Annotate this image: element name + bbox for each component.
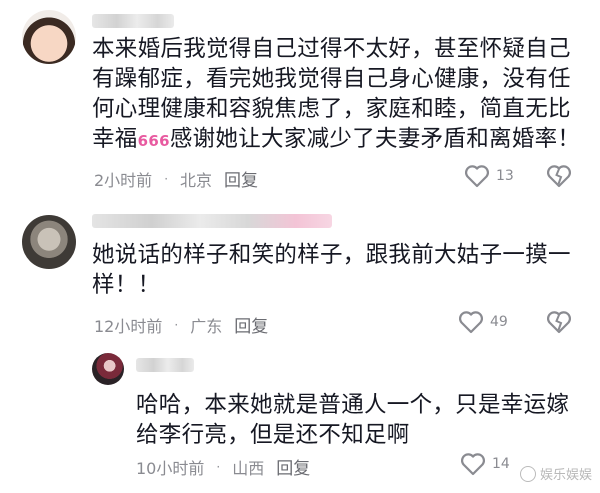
comment-meta: 12小时前 · 广东 回复 [94, 312, 268, 338]
comment-text: 哈哈，本来她就是普通人一个，只是幸运嫁 给李行亮，但是还不知足啊 [136, 390, 586, 450]
avatar[interactable] [22, 10, 76, 64]
dislike-button[interactable] [546, 164, 572, 188]
comment-line: 有躁郁症，看完她我觉得自己身心健康，没有任 [92, 66, 571, 92]
username-blurred[interactable] [136, 358, 194, 372]
comment-meta: 2小时前 · 北京 回复 [94, 166, 258, 192]
comment-line: 样！！ [92, 272, 161, 298]
reply-button[interactable]: 回复 [224, 166, 258, 191]
separator: · [164, 171, 169, 186]
emoji-666: 666 [137, 132, 170, 150]
like-button[interactable]: 49 [458, 310, 508, 334]
location: 山西 [232, 458, 265, 478]
dislike-button[interactable] [546, 310, 572, 334]
comment-text: 本来婚后我觉得自己过得不太好，甚至怀疑自己 有躁郁症，看完她我觉得自己身心健康，… [92, 34, 582, 156]
comment-line: 给李行亮，但是还不知足啊 [136, 422, 410, 448]
location: 北京 [180, 170, 213, 190]
comment-text: 她说话的样子和笑的样子，跟我前大姑子一摸一 样！！ [92, 240, 582, 300]
like-count: 13 [496, 168, 514, 184]
timestamp: 12小时前 [94, 316, 163, 336]
comment-line: 何心理健康和容貌焦虑了，家庭和睦，简直无比 [92, 96, 571, 122]
like-button[interactable]: 14 [460, 452, 510, 476]
like-count: 14 [492, 456, 510, 472]
username-blurred[interactable] [92, 214, 332, 228]
separator: · [216, 459, 221, 474]
timestamp: 2小时前 [94, 170, 153, 190]
timestamp: 10小时前 [136, 458, 205, 478]
avatar[interactable] [92, 353, 124, 385]
location: 广东 [190, 316, 223, 336]
avatar[interactable] [22, 215, 76, 269]
reply-button[interactable]: 回复 [234, 312, 268, 337]
watermark-text: 娱乐娱娱 [539, 468, 592, 483]
comment-line: 她说话的样子和笑的样子，跟我前大姑子一摸一 [92, 242, 571, 268]
comment-line: 哈哈，本来她就是普通人一个，只是幸运嫁 [136, 392, 570, 418]
heart-outline-icon [458, 310, 484, 334]
heart-outline-icon [460, 452, 486, 476]
comment-line: 本来婚后我觉得自己过得不太好，甚至怀疑自己 [92, 36, 571, 62]
comment-line: 幸福666感谢她让大家减少了夫妻矛盾和离婚率！ [92, 126, 581, 152]
heart-outline-icon [464, 164, 490, 188]
watermark-icon [519, 465, 536, 482]
separator: · [174, 317, 179, 332]
like-count: 49 [490, 314, 508, 330]
broken-heart-icon [546, 164, 572, 188]
reply-button[interactable]: 回复 [276, 454, 310, 479]
comment-meta: 10小时前 · 山西 回复 [136, 454, 310, 480]
broken-heart-icon [546, 310, 572, 334]
like-button[interactable]: 13 [464, 164, 514, 188]
username-blurred[interactable] [92, 14, 174, 28]
watermark: 娱乐娱娱 [519, 464, 592, 483]
